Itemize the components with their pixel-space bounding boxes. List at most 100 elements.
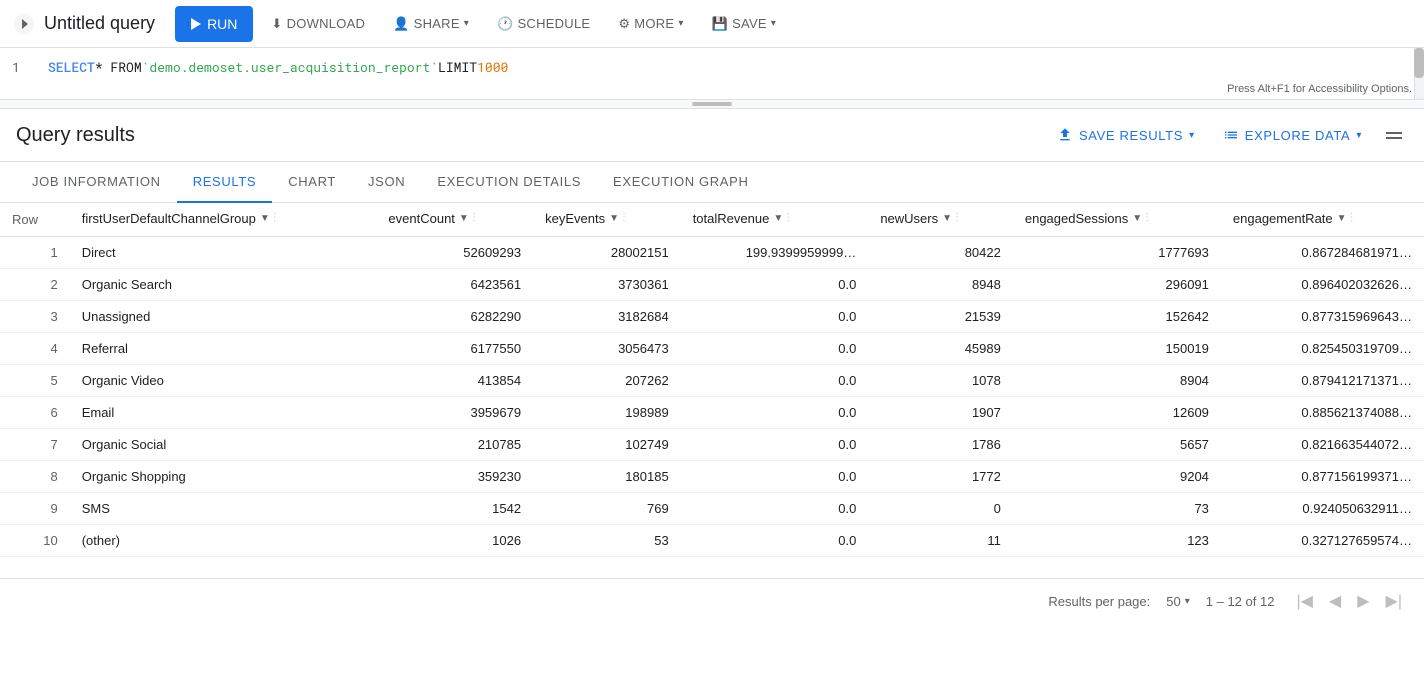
cell-keyEvents: 769	[533, 492, 681, 524]
column-header-totalRevenue[interactable]: totalRevenue ▼⋮	[681, 203, 869, 236]
schedule-button[interactable]: 🕐 SCHEDULE	[487, 6, 600, 42]
more-button[interactable]: ⚙ MORE ▾	[608, 6, 693, 42]
explore-data-label: EXPLORE DATA	[1245, 128, 1351, 143]
resize-handle-engagementRate[interactable]: ⋮	[1347, 212, 1355, 228]
cell-firstUserDefaultChannelGroup: Email	[70, 396, 377, 428]
cell-keyEvents: 198989	[533, 396, 681, 428]
column-header-firstUserDefaultChannelGroup[interactable]: firstUserDefaultChannelGroup ▼⋮	[70, 203, 377, 236]
column-header-row: Row	[0, 203, 70, 236]
share-button[interactable]: 👤 SHARE ▾	[383, 6, 479, 42]
cell-newUsers: 8948	[868, 268, 1013, 300]
cell-firstUserDefaultChannelGroup: Organic Search	[70, 268, 377, 300]
sort-engagementRate[interactable]: engagementRate ▼	[1233, 211, 1347, 226]
resize-handle-keyEvents[interactable]: ⋮	[619, 212, 627, 228]
cell-engagementRate: 0.924050632911…	[1221, 492, 1424, 524]
cell-newUsers: 11	[868, 524, 1013, 556]
editor-line-1: 1 SELECT * FROM `demo.demoset.user_acqui…	[0, 56, 1424, 78]
cell-row: 3	[0, 300, 70, 332]
cell-newUsers: 1907	[868, 396, 1013, 428]
sort-newUsers[interactable]: newUsers ▼	[880, 211, 952, 226]
tab-chart[interactable]: CHART	[272, 162, 352, 203]
results-table-container[interactable]: RowfirstUserDefaultChannelGroup ▼⋮eventC…	[0, 203, 1424, 578]
cell-engagementRate: 0.825450319709…	[1221, 332, 1424, 364]
cell-row: 1	[0, 236, 70, 268]
resize-handle-newUsers[interactable]: ⋮	[952, 212, 960, 228]
cell-engagedSessions: 8904	[1013, 364, 1221, 396]
next-page-button[interactable]: ▶	[1351, 587, 1375, 615]
cell-keyEvents: 102749	[533, 428, 681, 460]
tab-execution-graph[interactable]: EXECUTION GRAPH	[597, 162, 764, 203]
expand-collapse-button[interactable]	[1380, 126, 1408, 145]
run-button[interactable]: RUN	[175, 6, 253, 42]
cell-newUsers: 80422	[868, 236, 1013, 268]
first-page-button[interactable]: |◀	[1290, 587, 1318, 615]
column-header-newUsers[interactable]: newUsers ▼⋮	[868, 203, 1013, 236]
resize-handle-eventCount[interactable]: ⋮	[469, 212, 477, 228]
topbar: Untitled query RUN ⬇ DOWNLOAD 👤 SHARE ▾ …	[0, 0, 1424, 48]
schedule-label: SCHEDULE	[517, 16, 590, 31]
sort-totalRevenue[interactable]: totalRevenue ▼	[693, 211, 784, 226]
results-title: Query results	[16, 124, 135, 147]
cell-engagedSessions: 12609	[1013, 396, 1221, 428]
cell-eventCount: 210785	[376, 428, 533, 460]
column-header-keyEvents[interactable]: keyEvents ▼⋮	[533, 203, 681, 236]
sort-keyEvents[interactable]: keyEvents ▼	[545, 211, 619, 226]
tab-json[interactable]: JSON	[352, 162, 421, 203]
sort-icon-keyEvents: ▼	[609, 213, 619, 224]
per-page-value: 50	[1166, 594, 1180, 609]
last-page-button[interactable]: ▶|	[1380, 587, 1408, 615]
cell-row: 5	[0, 364, 70, 396]
bigquery-logo-icon	[12, 12, 36, 36]
download-button[interactable]: ⬇ DOWNLOAD	[261, 6, 375, 42]
cell-engagementRate: 0.885621374088…	[1221, 396, 1424, 428]
cell-newUsers: 1786	[868, 428, 1013, 460]
sort-engagedSessions[interactable]: engagedSessions ▼	[1025, 211, 1142, 226]
column-header-eventCount[interactable]: eventCount ▼⋮	[376, 203, 533, 236]
table-row: 4Referral617755030564730.0459891500190.8…	[0, 332, 1424, 364]
cell-row: 6	[0, 396, 70, 428]
expand-icon-bottom	[1386, 137, 1402, 139]
cell-firstUserDefaultChannelGroup: Organic Social	[70, 428, 377, 460]
cell-engagedSessions: 152642	[1013, 300, 1221, 332]
cell-keyEvents: 53	[533, 524, 681, 556]
tab-results[interactable]: RESULTS	[177, 162, 273, 203]
save-icon: 💾	[712, 16, 728, 32]
sort-firstUserDefaultChannelGroup[interactable]: firstUserDefaultChannelGroup ▼	[82, 211, 270, 226]
resize-handle-totalRevenue[interactable]: ⋮	[783, 212, 791, 228]
cell-engagedSessions: 73	[1013, 492, 1221, 524]
per-page-select[interactable]: 50 ▾	[1166, 594, 1190, 609]
explore-data-button[interactable]: EXPLORE DATA ▾	[1213, 121, 1372, 149]
column-header-engagementRate[interactable]: engagementRate ▼⋮	[1221, 203, 1424, 236]
column-header-engagedSessions[interactable]: engagedSessions ▼⋮	[1013, 203, 1221, 236]
cell-engagedSessions: 150019	[1013, 332, 1221, 364]
editor-area[interactable]: 1 SELECT * FROM `demo.demoset.user_acqui…	[0, 48, 1424, 100]
cell-firstUserDefaultChannelGroup: Organic Shopping	[70, 460, 377, 492]
cell-engagedSessions: 296091	[1013, 268, 1221, 300]
save-results-button[interactable]: SAVE RESULTS ▾	[1047, 121, 1205, 149]
more-label: MORE	[634, 16, 674, 31]
tab-job-information[interactable]: JOB INFORMATION	[16, 162, 177, 203]
resize-handle-firstUserDefaultChannelGroup[interactable]: ⋮	[270, 212, 278, 228]
cell-firstUserDefaultChannelGroup: (other)	[70, 524, 377, 556]
cell-totalRevenue: 0.0	[681, 524, 869, 556]
keyword-select: SELECT	[48, 56, 95, 78]
prev-page-button[interactable]: ◀	[1323, 587, 1347, 615]
table-row: 5Organic Video4138542072620.0107889040.8…	[0, 364, 1424, 396]
save-button[interactable]: 💾 SAVE ▾	[702, 6, 787, 42]
editor-resize-handle[interactable]	[0, 100, 1424, 109]
cell-keyEvents: 3730361	[533, 268, 681, 300]
download-icon: ⬇	[271, 16, 282, 32]
editor-scrollbar[interactable]	[1414, 48, 1424, 99]
sort-eventCount[interactable]: eventCount ▼	[388, 211, 468, 226]
save-results-label: SAVE RESULTS	[1079, 128, 1183, 143]
cell-row: 2	[0, 268, 70, 300]
cell-row: 7	[0, 428, 70, 460]
cell-totalRevenue: 199.9399959999…	[681, 236, 869, 268]
tab-execution-details[interactable]: EXECUTION DETAILS	[421, 162, 597, 203]
per-page-chevron-icon: ▾	[1185, 596, 1190, 607]
editor-scrollbar-thumb[interactable]	[1414, 48, 1424, 78]
table-row: 3Unassigned628229031826840.0215391526420…	[0, 300, 1424, 332]
line-number: 1	[12, 56, 36, 78]
resize-handle-engagedSessions[interactable]: ⋮	[1142, 212, 1150, 228]
schedule-icon: 🕐	[497, 16, 513, 32]
